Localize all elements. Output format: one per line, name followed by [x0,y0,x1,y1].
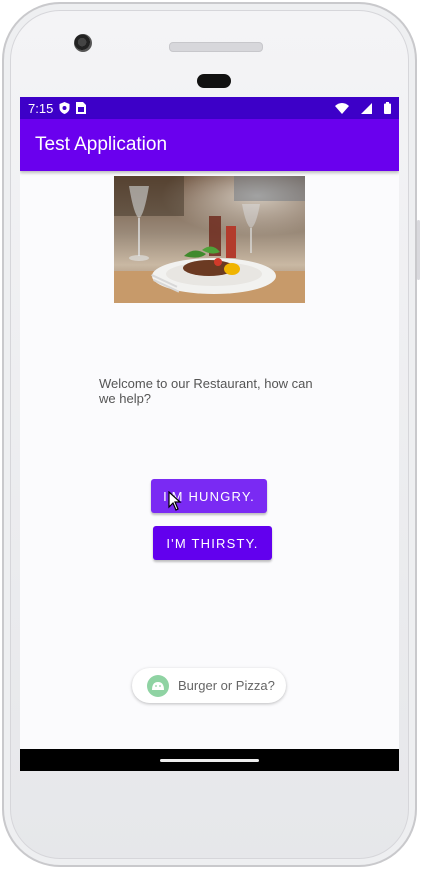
app-title: Test Application [35,134,168,155]
app-screen: 7:15 Test Application Welcome to our Res… [20,97,399,771]
speaker-grille [169,42,263,52]
navigation-bar [20,749,399,771]
power-button[interactable] [417,220,420,280]
sim-card-icon [76,102,87,114]
front-camera [74,34,92,52]
restaurant-plate-image [114,176,305,303]
cell-signal-icon [361,102,372,114]
status-bar: 7:15 [20,97,399,119]
thirsty-button[interactable]: I'M THIRSTY. [153,526,272,560]
chip-label: Burger or Pizza? [178,678,275,693]
android-icon [147,674,169,697]
shield-icon [59,102,70,114]
earpiece [197,74,231,88]
app-bar: Test Application [20,119,399,171]
status-time: 7:15 [28,100,54,116]
battery-icon [384,102,391,114]
mouse-cursor-icon [168,490,182,515]
suggestion-chip[interactable]: Burger or Pizza? [132,668,286,703]
welcome-text: Welcome to our Restaurant, how can we he… [99,376,313,406]
wifi-icon [335,102,349,114]
home-handle[interactable] [160,759,259,762]
